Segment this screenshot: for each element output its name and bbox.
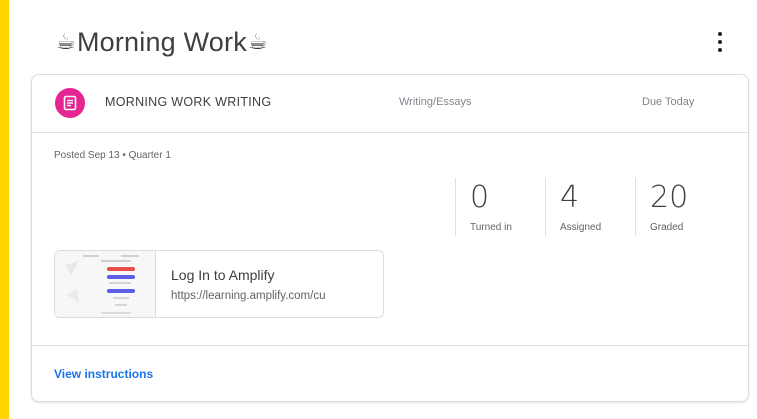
- assignment-icon: [55, 88, 85, 118]
- stat-label: Assigned: [560, 222, 602, 233]
- coffee-icon: ☕: [56, 29, 76, 54]
- stat-graded[interactable]: 20 Graded: [635, 178, 726, 236]
- topic-header: ☕ Morning Work ☕: [55, 22, 269, 62]
- stat-value: 20: [650, 180, 689, 215]
- more-vert-icon[interactable]: [712, 32, 728, 52]
- card-footer: View instructions: [32, 345, 748, 402]
- assignment-header[interactable]: MORNING WORK WRITING Writing/Essays Due …: [32, 75, 748, 133]
- assignment-title: MORNING WORK WRITING: [105, 95, 272, 109]
- link-attachment[interactable]: Log In to Amplify https://learning.ampli…: [54, 250, 384, 318]
- stat-value: 4: [560, 180, 580, 215]
- stat-label: Turned in: [470, 222, 512, 233]
- view-instructions-link[interactable]: View instructions: [54, 367, 153, 381]
- assignment-card: MORNING WORK WRITING Writing/Essays Due …: [31, 74, 749, 402]
- due-date: Due Today: [642, 96, 695, 108]
- link-url: https://learning.amplify.com/cu: [171, 290, 326, 302]
- topic-title: Morning Work: [76, 26, 247, 57]
- stat-assigned[interactable]: 4 Assigned: [545, 178, 636, 236]
- posted-date: Posted Sep 13 • Quarter 1: [54, 150, 171, 161]
- stat-turned-in[interactable]: 0 Turned in: [455, 178, 546, 236]
- stat-label: Graded: [650, 222, 684, 233]
- stat-value: 0: [470, 180, 490, 215]
- link-title: Log In to Amplify: [171, 267, 275, 283]
- link-thumbnail: [55, 251, 156, 317]
- coffee-icon: ☕: [247, 29, 268, 54]
- assignment-category: Writing/Essays: [399, 96, 472, 108]
